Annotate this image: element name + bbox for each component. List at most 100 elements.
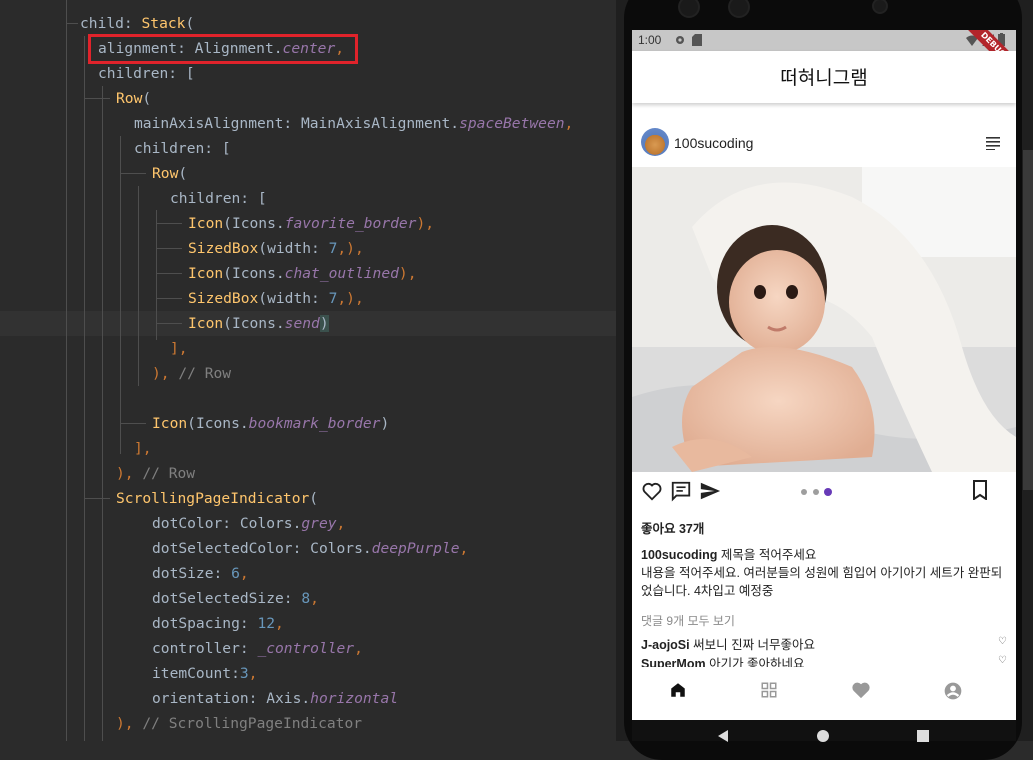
avatar[interactable] xyxy=(641,128,669,156)
code-number: 12 xyxy=(257,615,276,632)
code-punct: , xyxy=(248,665,258,682)
comment-like-icon[interactable]: ♡ xyxy=(998,636,1007,647)
code-line[interactable]: ), // Row xyxy=(116,461,195,486)
code-line[interactable]: Icon(Icons.favorite_border), xyxy=(188,211,434,236)
grid-icon[interactable] xyxy=(760,681,778,699)
code-line-current[interactable]: Icon(Icons.send) xyxy=(188,311,329,336)
code-punct: ) xyxy=(380,415,390,432)
code-punct: ), xyxy=(116,465,143,482)
code-line[interactable]: ScrollingPageIndicator( xyxy=(116,486,318,511)
scrolling-page-indicator[interactable] xyxy=(800,488,834,496)
bottom-navigation xyxy=(632,667,1016,720)
code-line[interactable]: Row( xyxy=(116,86,151,111)
code-line[interactable]: dotSpacing: 12, xyxy=(152,611,284,636)
code-enum: send xyxy=(284,315,320,332)
code-args: (width: xyxy=(258,290,329,307)
tree-connector xyxy=(66,23,78,24)
code-line[interactable]: ), // Row xyxy=(152,361,231,386)
caption-title: 제목을 적어주세요 xyxy=(720,548,817,562)
code-line[interactable]: dotSelectedSize: 8, xyxy=(152,586,319,611)
code-line[interactable]: SizedBox(width: 7,), xyxy=(188,236,364,261)
caption-username[interactable]: 100sucoding xyxy=(641,548,717,562)
tree-connector xyxy=(156,298,182,299)
account-icon[interactable] xyxy=(943,681,963,701)
android-nav-bar xyxy=(632,720,1016,742)
code-class: Icon xyxy=(152,415,188,432)
code-punct: ), xyxy=(152,365,179,382)
code-line[interactable]: child: Stack( xyxy=(80,11,194,36)
home-icon[interactable] xyxy=(669,681,687,699)
chat-outlined-icon[interactable] xyxy=(670,480,692,502)
code-punct: ( xyxy=(185,15,195,32)
code-line[interactable]: dotColor: Colors.grey, xyxy=(152,511,345,536)
comment-username[interactable]: J-aojoSi xyxy=(641,638,690,652)
phone-screen: 1:00 DEBUG 떠혀니그램 100sucoding 좋아요 37개 100… xyxy=(632,30,1016,720)
code-args: (Icons. xyxy=(223,315,285,332)
code-line[interactable]: dotSize: 6, xyxy=(152,561,249,586)
code-line[interactable]: Icon(Icons.bookmark_border) xyxy=(152,411,389,436)
page-dot[interactable] xyxy=(813,489,819,495)
post-image[interactable] xyxy=(632,167,1016,472)
code-args: Axis. xyxy=(266,690,311,707)
code-line[interactable]: children: [ xyxy=(170,186,267,211)
likes-count: 좋아요 37개 xyxy=(641,522,705,536)
indent-guide xyxy=(138,186,139,386)
code-line[interactable]: ], xyxy=(170,336,188,361)
code-punct: , xyxy=(335,40,345,57)
code-line[interactable]: SizedBox(width: 7,), xyxy=(188,286,364,311)
code-property: child: xyxy=(80,15,142,32)
heart-icon[interactable] xyxy=(851,681,871,699)
emulator-side-panel xyxy=(1023,150,1033,490)
tree-connector xyxy=(156,273,182,274)
code-class: Icon xyxy=(188,265,224,282)
view-all-comments-link[interactable]: 댓글 9개 모두 보기 xyxy=(641,612,735,629)
code-comment: // Row xyxy=(178,365,232,382)
code-line[interactable]: dotSelectedColor: Colors.deepPurple, xyxy=(152,536,468,561)
send-icon[interactable] xyxy=(699,480,721,502)
code-property: dotSpacing: xyxy=(152,615,258,632)
code-line[interactable]: ), // ScrollingPageIndicator xyxy=(116,711,362,736)
favorite-border-icon[interactable] xyxy=(641,480,663,502)
code-line[interactable]: controller: _controller, xyxy=(152,636,363,661)
code-punct: ,), xyxy=(337,240,364,257)
code-line[interactable]: itemCount:3, xyxy=(152,661,257,686)
phone-emulator: 1:00 DEBUG 떠혀니그램 100sucoding 좋아요 37개 100… xyxy=(616,0,1033,760)
code-punct: ), xyxy=(398,265,417,282)
code-line[interactable]: ], xyxy=(134,436,152,461)
code-property: dotColor: xyxy=(152,515,240,532)
code-punct: , xyxy=(275,615,284,632)
code-enum: horizontal xyxy=(310,690,399,707)
page-dot[interactable] xyxy=(801,489,807,495)
code-line[interactable]: children: [ xyxy=(134,136,231,161)
code-class: Row xyxy=(152,165,179,182)
code-line[interactable]: children: [ xyxy=(98,61,195,86)
post-username[interactable]: 100sucoding xyxy=(674,135,753,151)
tree-connector xyxy=(120,423,146,424)
code-editor[interactable]: child: Stack( alignment: Alignment.cente… xyxy=(0,0,616,741)
code-line[interactable]: mainAxisAlignment: MainAxisAlignment.spa… xyxy=(134,111,573,136)
code-line[interactable]: Row( xyxy=(152,161,187,186)
code-line[interactable]: alignment: Alignment.center, xyxy=(98,36,344,61)
status-time: 1:00 xyxy=(638,33,662,47)
page-dot-selected[interactable] xyxy=(824,488,832,496)
code-args: (width: xyxy=(258,240,329,257)
code-enum: bookmark_border xyxy=(248,415,381,432)
code-punct: , xyxy=(239,565,249,582)
code-property: mainAxisAlignment: xyxy=(134,115,301,132)
caption-body: 내용을 적어주세요. 여러분들의 성원에 힘입어 아기아기 세트가 완판되었습니… xyxy=(641,566,1003,598)
code-line[interactable]: Icon(Icons.chat_outlined), xyxy=(188,261,416,286)
code-comment: // Row xyxy=(142,465,196,482)
code-class: SizedBox xyxy=(188,240,259,257)
code-enum: chat_outlined xyxy=(284,265,399,282)
comment-like-icon[interactable]: ♡ xyxy=(998,655,1007,666)
code-property: children: [ xyxy=(170,190,267,207)
indent-guide xyxy=(84,36,85,741)
bookmark-border-icon[interactable] xyxy=(972,480,988,500)
tree-connector xyxy=(156,223,182,224)
code-enum: center xyxy=(282,40,336,57)
code-punct: , xyxy=(354,640,363,657)
menu-icon[interactable] xyxy=(986,136,1002,150)
code-enum: grey xyxy=(301,515,337,532)
code-line[interactable]: orientation: Axis.horizontal xyxy=(152,686,398,711)
code-punct: ], xyxy=(170,340,188,357)
